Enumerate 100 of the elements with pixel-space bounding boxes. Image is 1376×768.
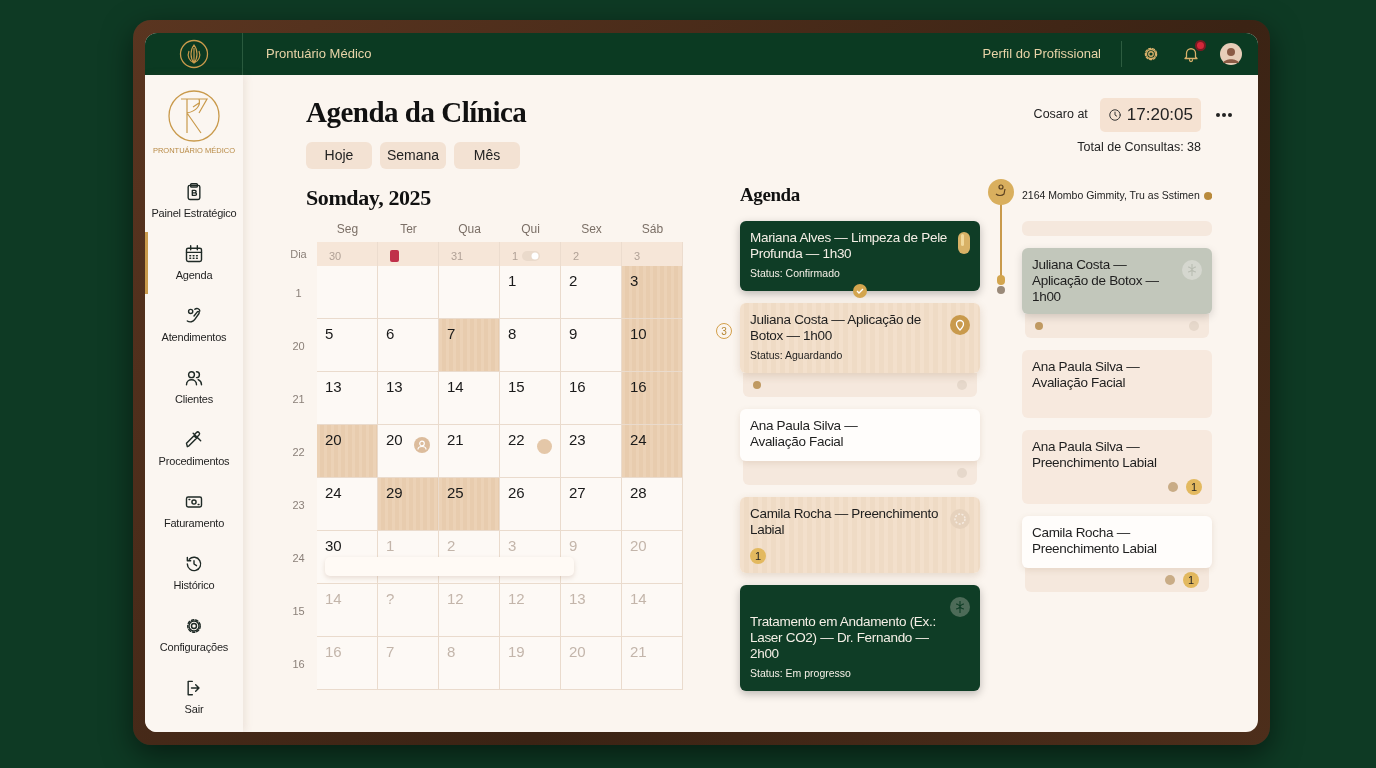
calendar-cell[interactable]: 13 — [317, 372, 378, 426]
calendar-cell[interactable]: 9 — [561, 319, 622, 373]
calendar-cell[interactable]: 10 — [622, 319, 683, 373]
day-number: 24 — [630, 430, 647, 451]
calendar-cell[interactable]: 16 — [561, 372, 622, 426]
calendar-cell[interactable]: 24 — [622, 425, 683, 479]
day-number: 19 — [508, 642, 525, 663]
day-number: 15 — [508, 377, 525, 398]
day-number: ? — [386, 589, 395, 610]
calendar-cell[interactable] — [378, 266, 439, 320]
appointment-title: Mariana Alves — Limpeza de Pele Profunda — 1h30 — [750, 230, 949, 263]
day-number: 3 — [630, 271, 639, 292]
weekday-label: Qua — [457, 221, 482, 239]
capsule-icon — [958, 232, 970, 254]
more-icon[interactable] — [1215, 111, 1233, 118]
view-button[interactable]: Hoje — [306, 142, 372, 170]
calendar-cell[interactable]: 14 — [439, 372, 500, 426]
day-number: 13 — [386, 377, 403, 398]
calendar-cell[interactable]: 20 — [317, 425, 378, 479]
weekday-label: Sex — [580, 221, 603, 239]
calendar-cell[interactable]: 1 — [500, 266, 561, 320]
calendar-cell[interactable]: 16 — [622, 372, 683, 426]
calendar-cell[interactable]: 15 — [500, 372, 561, 426]
appointment-title: Camila Rocha — Preenchimento Labial — [750, 505, 940, 538]
calendar-cell[interactable]: 23 — [561, 425, 622, 479]
day-number: 20 — [630, 536, 647, 557]
appointment-title: Ana Paula Silva — Avaliação Facial — [1032, 359, 1141, 392]
sidebar-item[interactable]: Faturamento — [145, 480, 243, 543]
calendar-cell[interactable]: 29 — [378, 478, 439, 532]
day-number: 24 — [325, 483, 342, 504]
clock-label: Cosaro at — [1033, 106, 1088, 124]
calendar-cell[interactable]: 26 — [500, 478, 561, 532]
day-number: 8 — [447, 642, 456, 663]
weekday-label: Seg — [335, 221, 360, 239]
view-button[interactable]: Semana — [380, 142, 446, 170]
view-button[interactable]: Mês — [454, 142, 520, 170]
calendar-cell[interactable]: 20 — [378, 425, 439, 479]
appointment-card[interactable]: Ana Paula Silva — Preenchimento Labial 1 — [1022, 430, 1212, 505]
calendar-cell[interactable]: 28 — [622, 478, 683, 532]
row-label: 24 — [291, 550, 306, 566]
day-number: 12 — [447, 589, 464, 610]
calendar-cell[interactable]: 5 — [317, 319, 378, 373]
appointment-title: Ana Paula Silva — Preenchimento Labial — [1032, 439, 1157, 472]
day-number: 21 — [630, 642, 647, 663]
calendar-cell[interactable]: 8 — [500, 319, 561, 373]
calendar-cell[interactable]: 21 — [439, 425, 500, 479]
appointment-card[interactable]: Ana Paula Silva — Avaliação Facial — [1022, 350, 1212, 419]
alert-icon — [390, 249, 399, 262]
day-number: 1 — [512, 248, 519, 264]
sidebar-item[interactable]: Histórico — [145, 542, 243, 605]
calendar-cell[interactable]: 24 — [317, 478, 378, 532]
sidebar-item[interactable]: Procedimentos — [145, 418, 243, 481]
row-label: 15 — [291, 603, 306, 619]
sidebar-item[interactable]: Sair — [145, 666, 243, 729]
appointment-card[interactable]: Camila Rocha — Preenchimento Labial 1 — [740, 496, 980, 573]
calendar-cell[interactable] — [439, 266, 500, 320]
day-number: 16 — [325, 642, 342, 663]
day-number: 21 — [447, 430, 464, 451]
day-number: 22 — [508, 430, 525, 451]
app-title: Prontuário Médico — [266, 45, 372, 64]
appointment-card[interactable]: Tratamento em Andamento (Ex.: Laser CO2) — Dr. Fernando — 2h00 Status: Em progresso — [740, 584, 980, 691]
sidebar-item[interactable]: Configurações — [145, 604, 243, 667]
day-number: 2 — [569, 271, 578, 292]
status-text: Status: Em progresso — [750, 665, 852, 681]
sidebar-item[interactable]: Agenda — [145, 232, 243, 295]
row-label: Dia — [289, 247, 308, 262]
calendar-cell[interactable]: 27 — [561, 478, 622, 532]
avatar[interactable] — [1220, 43, 1242, 65]
time-display: 17:20:05 — [1099, 98, 1201, 132]
day-number: 1 — [386, 536, 395, 557]
calendar-cell[interactable]: 3 — [622, 266, 683, 320]
calendar-cell[interactable]: 7 — [439, 319, 500, 373]
appointment-card[interactable]: Juliana Costa — Aplicação de Botox — 1h00 — [1022, 248, 1212, 315]
event-tooltip[interactable] — [325, 557, 574, 577]
calendar-cell[interactable]: 6 — [378, 319, 439, 373]
day-number: 27 — [569, 483, 586, 504]
calendar-cell[interactable] — [317, 266, 378, 320]
calendar-cell[interactable]: 13 — [378, 372, 439, 426]
day-number: 20 — [325, 430, 342, 451]
appointment-card[interactable]: Ana Paula Silva — Avaliação Facial — [740, 408, 980, 461]
sidebar-item[interactable]: Painel Estratégico — [145, 170, 243, 233]
day-number: 14 — [447, 377, 464, 398]
calendar-cell[interactable]: 25 — [439, 478, 500, 532]
logo-icon[interactable] — [178, 39, 209, 69]
day-number: 7 — [447, 324, 456, 345]
sidebar-item[interactable]: Clientes — [145, 356, 243, 419]
day-number: 30 — [325, 536, 342, 557]
day-number: 25 — [447, 483, 464, 504]
weekday-label: Qui — [520, 221, 541, 239]
day-number: 28 — [630, 483, 647, 504]
calendar-cell[interactable]: 22 — [500, 425, 561, 479]
row-label: 16 — [291, 656, 306, 672]
profile-link[interactable]: Perfil do Profissional — [982, 44, 1101, 64]
person-icon — [414, 437, 430, 454]
day-number: 1 — [508, 271, 517, 292]
appointment-title: Juliana Costa — Aplicação de Botox — 1h00 — [750, 312, 922, 344]
appointment-card[interactable]: Mariana Alves — Limpeza de Pele Profunda — 1h30 Status: Confirmado — [740, 221, 980, 291]
sidebar-item[interactable]: Atendimentos — [145, 294, 243, 357]
calendar-cell[interactable]: 2 — [561, 266, 622, 320]
appointment-card[interactable]: Camila Rocha — Preenchimento Labial — [1022, 516, 1212, 569]
